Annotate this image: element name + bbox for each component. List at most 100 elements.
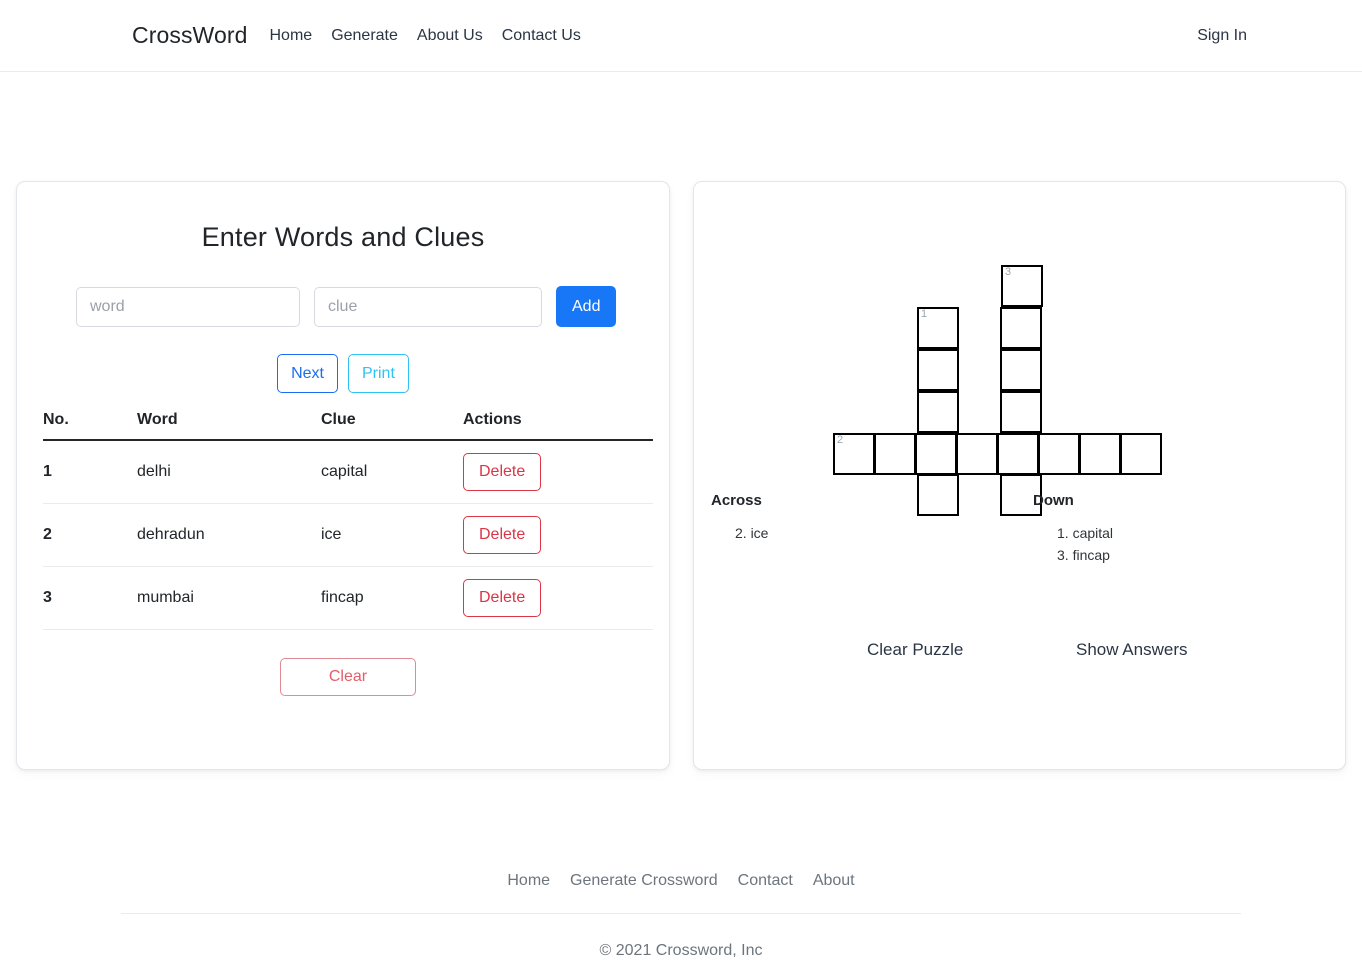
crossword-cell[interactable] [874, 433, 916, 475]
cell-no: 1 [43, 440, 137, 504]
brand-logo[interactable]: CrossWord [132, 22, 248, 49]
next-button[interactable]: Next [277, 354, 338, 393]
crossword-cell[interactable] [997, 433, 1039, 475]
crossword-cell-empty [1042, 308, 1084, 350]
crossword-cell-empty [834, 392, 876, 434]
crossword-cell-empty [1127, 266, 1169, 308]
sign-in-link[interactable]: Sign In [1197, 27, 1247, 45]
crossword-cell[interactable] [1000, 349, 1042, 391]
crossword-cell-empty [1043, 266, 1085, 308]
page-footer: Home Generate Crossword Contact About © … [0, 872, 1362, 960]
cell-clue: fincap [321, 566, 463, 630]
down-clue-column: Down 1. capital 3. fincap [1033, 492, 1113, 570]
clue-item: 2. ice [735, 525, 769, 541]
primary-nav: Home Generate About Us Contact Us [270, 27, 581, 45]
nav-link-contact-us[interactable]: Contact Us [502, 27, 581, 45]
down-heading: Down [1033, 492, 1074, 509]
crossword-cell-empty [960, 224, 1002, 266]
crossword-cell-empty [1084, 392, 1126, 434]
crossword-cell-empty [959, 308, 1001, 350]
crossword-cell-empty [834, 224, 876, 266]
nav-link-generate[interactable]: Generate [331, 27, 398, 45]
cell-clue: ice [321, 503, 463, 567]
clear-button[interactable]: Clear [280, 658, 416, 696]
clue-item: 3. fincap [1057, 547, 1110, 564]
across-clue-list: 2. ice [711, 525, 768, 547]
crossword-row [834, 391, 1170, 434]
column-header-word: Word [137, 407, 321, 441]
top-navbar: CrossWord Home Generate About Us Contact… [0, 0, 1362, 72]
word-input[interactable] [76, 286, 300, 327]
crossword-cell-empty [1126, 350, 1168, 392]
crossword-cell-empty [876, 350, 918, 392]
crossword-grid-area: 3 1 2 [694, 182, 1345, 516]
crossword-cell-empty [1002, 224, 1044, 266]
crossword-card: 3 1 2 Across 2. ice Down 1. capital 3. finc… [693, 181, 1346, 770]
crossword-cell[interactable] [915, 433, 957, 475]
crossword-cell-empty [876, 308, 918, 350]
table-header-row: No. Word Clue Actions [43, 407, 653, 441]
crossword-cell-empty [876, 392, 918, 434]
crossword-cell[interactable] [1000, 307, 1042, 349]
show-answers-button[interactable]: Show Answers [1076, 640, 1188, 660]
column-header-clue: Clue [321, 407, 463, 441]
crossword-cell-empty [960, 266, 1002, 308]
crossword-cell[interactable] [917, 349, 959, 391]
crossword-cell-empty [959, 392, 1001, 434]
crossword-cell-empty [1086, 224, 1128, 266]
crossword-cell[interactable] [917, 391, 959, 433]
word-entry-row: Add [17, 253, 669, 327]
footer-link-contact[interactable]: Contact [738, 872, 793, 890]
crossword-cell[interactable] [1120, 433, 1162, 475]
crossword-cell[interactable] [956, 433, 998, 475]
cell-actions: Delete [463, 440, 653, 504]
crossword-cell-empty [876, 266, 918, 308]
crossword-row: 3 [834, 265, 1170, 308]
crossword-cell-empty [1042, 350, 1084, 392]
cell-actions: Delete [463, 566, 653, 630]
footer-link-about[interactable]: About [813, 872, 855, 890]
cell-no: 2 [43, 503, 137, 567]
crossword-cell[interactable]: 3 [1001, 265, 1043, 307]
cell-word: delhi [137, 440, 321, 504]
add-button[interactable]: Add [556, 286, 617, 327]
copyright-text: © 2021 Crossword, Inc [599, 942, 763, 959]
crossword-cell-empty [1042, 392, 1084, 434]
crossword-cell[interactable] [1000, 391, 1042, 433]
crossword-cell-empty [876, 224, 918, 266]
print-button[interactable]: Print [348, 354, 409, 393]
crossword-cell-empty [834, 308, 876, 350]
crossword-cell-empty [1084, 350, 1126, 392]
crossword-actions: Clear Puzzle Show Answers [694, 640, 1345, 670]
crossword-cell-empty [834, 350, 876, 392]
crossword-row: 1 [834, 307, 1170, 350]
crossword-cell-empty [1085, 266, 1127, 308]
nav-link-about-us[interactable]: About Us [417, 27, 483, 45]
footer-link-home[interactable]: Home [507, 872, 550, 890]
delete-button[interactable]: Delete [463, 579, 542, 617]
crossword-cell[interactable] [1079, 433, 1121, 475]
clear-row: Clear [43, 658, 653, 696]
crossword-cell-empty [918, 266, 960, 308]
crossword-cell[interactable]: 2 [833, 433, 875, 475]
clue-input[interactable] [314, 286, 542, 327]
crossword-cell[interactable]: 1 [917, 307, 959, 349]
footer-link-generate-crossword[interactable]: Generate Crossword [570, 872, 718, 890]
crossword-cell-empty [918, 224, 960, 266]
crossword-cell-empty [834, 266, 876, 308]
words-table: No. Word Clue Actions 1 delhi capital De… [43, 407, 653, 630]
clear-puzzle-button[interactable]: Clear Puzzle [867, 640, 963, 660]
crossword-cell-empty [1126, 392, 1168, 434]
crossword-cell[interactable] [1038, 433, 1080, 475]
column-header-actions: Actions [463, 407, 653, 441]
navbar-right: Sign In [1197, 0, 1362, 72]
crossword-row [834, 349, 1170, 392]
nav-link-home[interactable]: Home [270, 27, 313, 45]
next-print-row: Next Print [17, 354, 669, 393]
crossword-cell-empty [1126, 308, 1168, 350]
cell-actions: Delete [463, 503, 653, 567]
delete-button[interactable]: Delete [463, 516, 542, 554]
words-table-wrapper: No. Word Clue Actions 1 delhi capital De… [17, 393, 669, 696]
crossword-grid[interactable]: 3 1 2 [833, 224, 1170, 517]
delete-button[interactable]: Delete [463, 453, 542, 491]
